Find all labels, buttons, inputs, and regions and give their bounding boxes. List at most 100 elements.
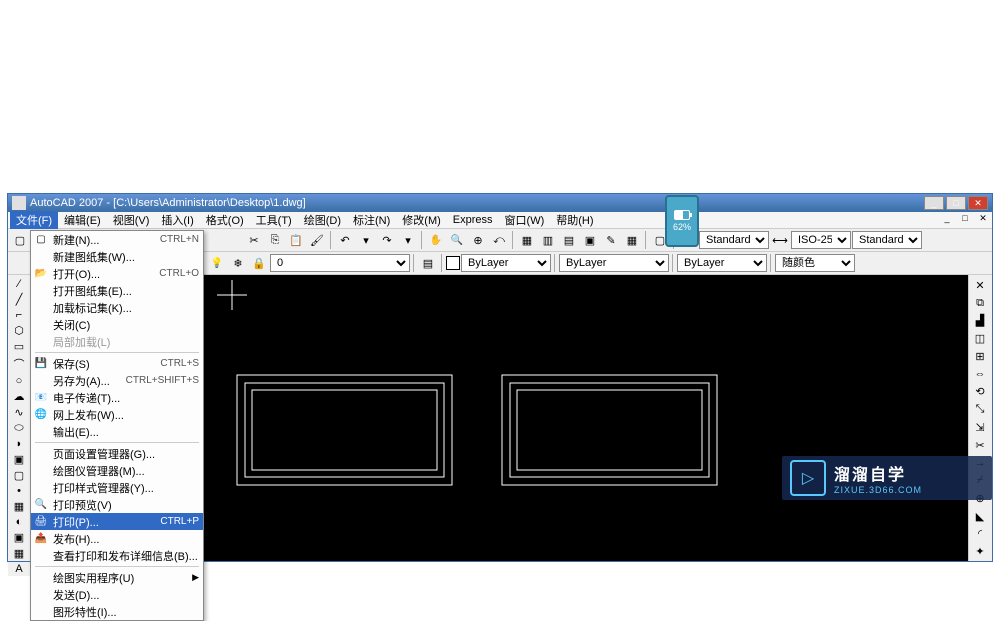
- redo-dropdown[interactable]: ▾: [398, 230, 418, 250]
- trim-tool[interactable]: [969, 437, 991, 454]
- file-menu-item[interactable]: 💾保存(S)CTRL+S: [31, 355, 203, 372]
- menu-tools[interactable]: 工具(T): [250, 211, 298, 229]
- close-button[interactable]: ✕: [968, 196, 988, 210]
- copy-tool[interactable]: ⧉: [969, 295, 991, 312]
- stretch-tool[interactable]: [969, 419, 991, 436]
- region-tool[interactable]: [8, 530, 30, 545]
- file-menu-item[interactable]: 输出(E)...: [31, 423, 203, 440]
- menu-window[interactable]: 窗口(W): [499, 211, 551, 229]
- offset-tool[interactable]: ◫: [969, 330, 991, 347]
- file-menu-item[interactable]: 新建图纸集(W)...: [31, 248, 203, 265]
- line-tool[interactable]: [8, 277, 30, 291]
- table-style-select[interactable]: Standard: [852, 231, 922, 249]
- file-menu-item[interactable]: 查看打印和发布详细信息(B)...: [31, 547, 203, 564]
- cut-button[interactable]: ✂: [244, 230, 264, 250]
- file-menu-item[interactable]: 图形特性(I)...: [31, 603, 203, 620]
- point-tool[interactable]: •: [8, 484, 30, 498]
- file-menu-item[interactable]: 📂打开(O)...CTRL+O: [31, 265, 203, 282]
- menu-view[interactable]: 视图(V): [107, 211, 156, 229]
- zoom-previous-button[interactable]: ⤺: [489, 230, 509, 250]
- dim-style-icon[interactable]: ⟷: [770, 230, 790, 250]
- layer-freeze-icon[interactable]: ❄: [228, 253, 248, 273]
- properties-button[interactable]: ▦: [517, 230, 537, 250]
- menu-insert[interactable]: 插入(I): [155, 211, 199, 229]
- mirror-tool[interactable]: [969, 313, 991, 330]
- file-menu-item[interactable]: 打印样式管理器(Y)...: [31, 479, 203, 496]
- file-menu-item[interactable]: 🔍打印预览(V): [31, 496, 203, 513]
- make-block-tool[interactable]: ▢: [8, 468, 30, 483]
- circle-tool[interactable]: [8, 374, 30, 388]
- hatch-tool[interactable]: [8, 499, 30, 514]
- fillet-tool[interactable]: ◜: [969, 526, 991, 543]
- menu-edit[interactable]: 编辑(E): [58, 211, 107, 229]
- file-menu-item[interactable]: 绘图实用程序(U)▶: [31, 569, 203, 586]
- text-tool[interactable]: [8, 562, 30, 576]
- revision-cloud-tool[interactable]: [8, 389, 30, 404]
- linetype-select[interactable]: ByLayer: [559, 254, 669, 272]
- file-menu-item[interactable]: 页面设置管理器(G)...: [31, 445, 203, 462]
- rectangle-tool[interactable]: [8, 339, 30, 354]
- polyline-tool[interactable]: ⌐: [8, 308, 30, 322]
- move-tool[interactable]: [969, 366, 991, 383]
- ellipse-tool[interactable]: [8, 421, 30, 436]
- menu-file[interactable]: 文件(F): [10, 211, 58, 229]
- dim-style-select[interactable]: ISO-25: [791, 231, 851, 249]
- menu-help[interactable]: 帮助(H): [550, 211, 599, 229]
- polygon-tool[interactable]: [8, 323, 30, 338]
- layer-lock-icon[interactable]: 🔒: [249, 253, 269, 273]
- markup-button[interactable]: ✎: [601, 230, 621, 250]
- explode-tool[interactable]: ✦: [969, 543, 991, 560]
- construction-line-tool[interactable]: ╱: [8, 292, 30, 307]
- file-menu-item[interactable]: 绘图仪管理器(M)...: [31, 462, 203, 479]
- spline-tool[interactable]: [8, 405, 30, 420]
- doc-restore-button[interactable]: □: [956, 213, 974, 227]
- gradient-tool[interactable]: ◐: [8, 515, 30, 529]
- text-style-select[interactable]: Standard: [699, 231, 769, 249]
- plot-style-select[interactable]: 随颜色: [775, 254, 855, 272]
- menu-format[interactable]: 格式(O): [200, 211, 250, 229]
- layer-bulb-icon[interactable]: [207, 253, 227, 273]
- design-center-button[interactable]: ▥: [538, 230, 558, 250]
- color-swatch[interactable]: [446, 256, 460, 270]
- file-menu-item[interactable]: 发送(D)...: [31, 586, 203, 603]
- undo-button[interactable]: [335, 230, 355, 250]
- table-tool[interactable]: ▦: [8, 546, 30, 561]
- pan-button[interactable]: [426, 230, 446, 250]
- minimize-button[interactable]: _: [924, 196, 944, 210]
- undo-dropdown[interactable]: ▾: [356, 230, 376, 250]
- menu-express[interactable]: Express: [447, 213, 499, 227]
- rotate-tool[interactable]: [969, 384, 991, 401]
- layer-select[interactable]: 0: [270, 254, 410, 272]
- doc-minimize-button[interactable]: _: [938, 213, 956, 227]
- insert-block-tool[interactable]: ▣: [8, 452, 30, 467]
- file-menu-item[interactable]: 🌐网上发布(W)...: [31, 406, 203, 423]
- calculator-button[interactable]: ▦: [622, 230, 642, 250]
- file-menu-item[interactable]: 🖨打印(P)...CTRL+P: [31, 513, 203, 530]
- ellipse-arc-tool[interactable]: ◗: [8, 437, 30, 451]
- copy-button[interactable]: ⎘: [265, 230, 285, 250]
- scale-tool[interactable]: [969, 401, 991, 418]
- maximize-button[interactable]: □: [946, 196, 966, 210]
- lineweight-select[interactable]: ByLayer: [677, 254, 767, 272]
- zoom-realtime-button[interactable]: [447, 230, 467, 250]
- layer-manager-button[interactable]: ▤: [418, 253, 438, 273]
- erase-tool[interactable]: ✕: [969, 277, 991, 294]
- file-menu-item[interactable]: 另存为(A)...CTRL+SHIFT+S: [31, 372, 203, 389]
- file-menu-item[interactable]: 打开图纸集(E)...: [31, 282, 203, 299]
- zoom-window-button[interactable]: ⊕: [468, 230, 488, 250]
- menu-modify[interactable]: 修改(M): [396, 211, 447, 229]
- doc-close-button[interactable]: ✕: [974, 213, 992, 227]
- file-menu-item[interactable]: 关闭(C): [31, 316, 203, 333]
- array-tool[interactable]: ⊞: [969, 348, 991, 365]
- match-button[interactable]: 🖌: [307, 230, 327, 250]
- chamfer-tool[interactable]: ◣: [969, 508, 991, 525]
- color-select[interactable]: ByLayer: [461, 254, 551, 272]
- file-menu-item[interactable]: ▢新建(N)...CTRL+N: [31, 231, 203, 248]
- redo-button[interactable]: [377, 230, 397, 250]
- file-menu-item[interactable]: 加载标记集(K)...: [31, 299, 203, 316]
- menu-draw[interactable]: 绘图(D): [298, 211, 347, 229]
- file-menu-item[interactable]: 📧电子传递(T)...: [31, 389, 203, 406]
- file-menu-item[interactable]: 📤发布(H)...: [31, 530, 203, 547]
- sheet-set-button[interactable]: ▣: [580, 230, 600, 250]
- arc-tool[interactable]: [8, 355, 30, 373]
